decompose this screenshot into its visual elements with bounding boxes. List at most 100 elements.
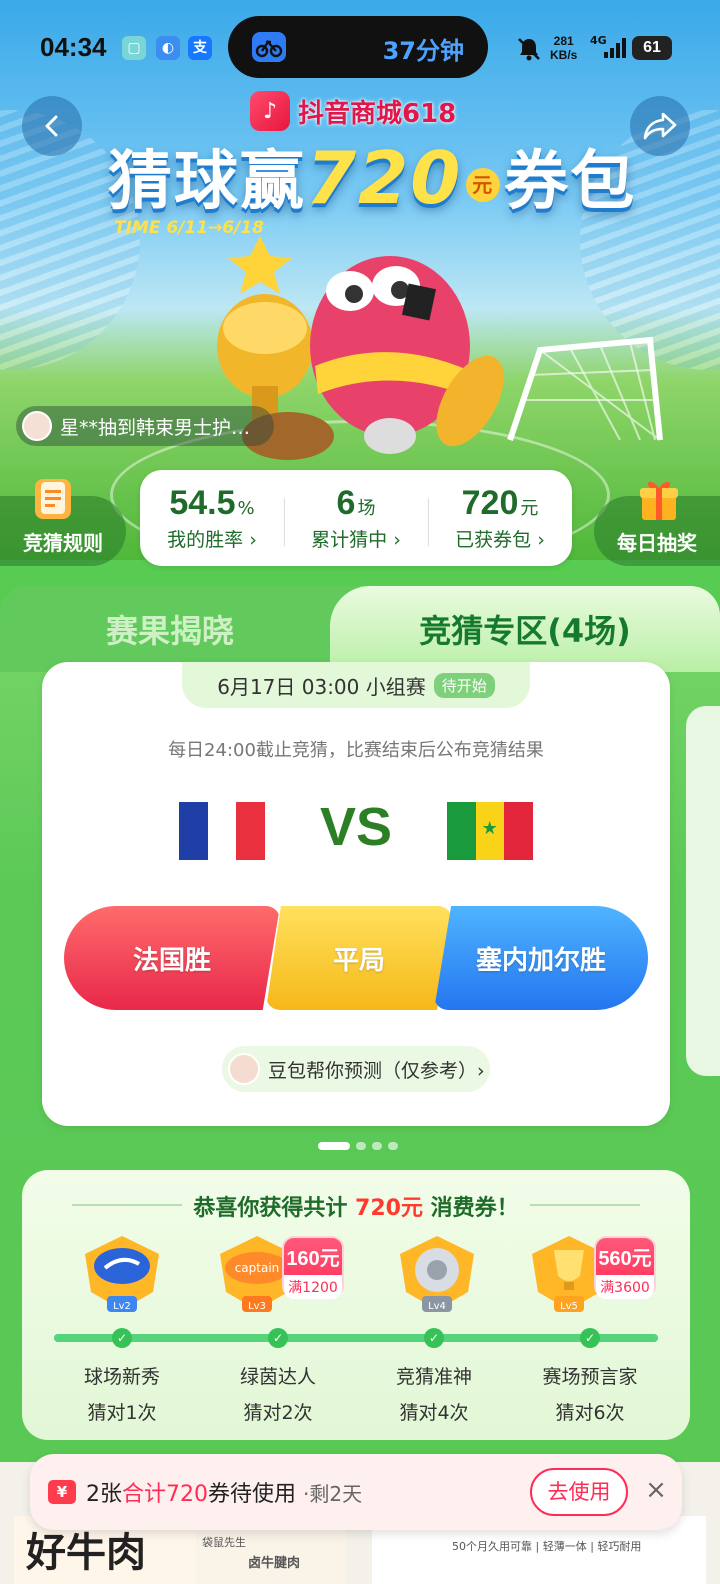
level-name: 球场新秀 bbox=[83, 1366, 160, 1388]
use-coupon-button[interactable]: 去使用 bbox=[530, 1468, 628, 1516]
share-arrow-icon bbox=[643, 112, 677, 140]
level-4-whistle-badge-icon: Lv4 bbox=[400, 1236, 474, 1312]
level-2-badge-icon: Lv2 bbox=[85, 1236, 159, 1312]
pagination-dot-active[interactable] bbox=[318, 1142, 350, 1150]
stat-unit: 元 bbox=[520, 498, 539, 519]
level-name: 竞猜准神 bbox=[395, 1366, 472, 1388]
coupon-amount: 560元 bbox=[598, 1248, 652, 1270]
coupon-tag: 160元 满1200 bbox=[282, 1236, 344, 1299]
campaign-time-range: TIME 6/11→6/18 bbox=[114, 218, 265, 238]
brand-text: 抖音商城618 bbox=[298, 98, 457, 129]
stat-value: 54.5 bbox=[169, 484, 236, 522]
headline-suffix: 券包 bbox=[504, 145, 637, 219]
coupon-reminder-text: 2张合计720券待使用 ·剩2天 bbox=[86, 1476, 362, 1508]
network-speed: 281 KB/s bbox=[550, 34, 577, 70]
pagination-dot[interactable] bbox=[356, 1142, 366, 1150]
back-button[interactable] bbox=[22, 96, 82, 156]
headline-prefix: 猜球赢 bbox=[108, 145, 306, 219]
match-card: 6月17日 03:00 小组赛 待开始 每日24:00截止竞猜，比赛结束后公布竞… bbox=[42, 662, 670, 1126]
douyin-shop-bag-icon: ♪ bbox=[250, 91, 290, 131]
page: 04:34 ▢ ◐ 支 37分钟 281 KB/s 4G 61 ♪ 抖音商城61… bbox=[0, 0, 720, 1584]
vs-label: VS bbox=[320, 797, 393, 857]
badge-level-text: Lv3 bbox=[248, 1301, 266, 1312]
network-type: 4G bbox=[590, 34, 607, 47]
predict-label: 豆包帮你预测（仅参考）› bbox=[268, 1059, 485, 1082]
signal-icon: 4G bbox=[590, 34, 628, 62]
rewards-title-suffix: 消费券！ bbox=[422, 1196, 519, 1221]
winner-ticker: 星**抽到韩束男士护… bbox=[16, 406, 274, 446]
deadline-note: 每日24:00截止竞猜，比赛结束后公布竞猜结果 bbox=[168, 740, 544, 761]
france-flag-icon bbox=[179, 802, 266, 860]
coupon-total: 合计720 bbox=[122, 1482, 208, 1507]
badge-level-text: Lv5 bbox=[560, 1301, 578, 1312]
lottery-label: 每日抽奖 bbox=[617, 531, 697, 555]
battery-indicator: 61 bbox=[632, 36, 672, 60]
dynamic-island[interactable]: 37分钟 bbox=[228, 16, 488, 78]
level-name: 赛场预言家 bbox=[542, 1366, 638, 1388]
bike-icon bbox=[252, 32, 286, 62]
check-icon: ✓ bbox=[580, 1328, 600, 1348]
stat-unit: 场 bbox=[357, 498, 376, 519]
brand-logo-row: ♪ 抖音商城618 bbox=[250, 90, 456, 132]
level-progress-fill bbox=[54, 1334, 658, 1342]
bet-draw-button[interactable]: 平局 bbox=[266, 906, 452, 1010]
stat-value: 720 bbox=[461, 484, 519, 522]
headline-number: 720 bbox=[306, 136, 463, 220]
match-header: 6月17日 03:00 小组赛 待开始 bbox=[182, 662, 530, 708]
campaign-headline: 猜球赢720 元券包 bbox=[108, 130, 636, 222]
senegal-flag-icon: ★ bbox=[447, 802, 534, 860]
stat-label: 累计猜中 › bbox=[311, 529, 401, 551]
mute-bell-icon bbox=[518, 38, 540, 61]
coupon-tag: 560元 满3600 bbox=[594, 1236, 656, 1299]
match-datetime: 6月17日 03:00 小组赛 bbox=[217, 674, 426, 699]
stat-win-rate[interactable]: 54.5% 我的胜率 › bbox=[140, 484, 284, 552]
alipay-icon: 支 bbox=[188, 36, 212, 60]
carousel-pagination bbox=[318, 1142, 398, 1150]
app-notification-icon: ▢ bbox=[122, 36, 146, 60]
shop-product-slogan: 50个月久用可靠 | 轻薄一体 | 轻巧耐用 bbox=[452, 1540, 642, 1553]
coupon-reminder-bar: ¥ 2张合计720券待使用 ·剩2天 去使用 × bbox=[30, 1454, 682, 1530]
status-badge: 待开始 bbox=[433, 672, 495, 698]
stat-label: 我的胜率 › bbox=[167, 529, 257, 551]
bet-senegal-win-button[interactable]: 塞内加尔胜 bbox=[434, 906, 648, 1010]
level-requirement: 猜对6次 bbox=[555, 1402, 625, 1424]
svg-text:captain: captain bbox=[235, 1261, 280, 1275]
check-icon: ✓ bbox=[424, 1328, 444, 1348]
app-notification-icon: ◐ bbox=[156, 36, 180, 60]
coupon-count: 2张 bbox=[86, 1482, 122, 1507]
doubao-avatar bbox=[228, 1053, 260, 1085]
tab-guess-zone[interactable]: 竞猜专区(4场) bbox=[330, 586, 720, 672]
avatar bbox=[22, 411, 52, 441]
rewards-title-prefix: 恭喜你获得共计 bbox=[193, 1196, 356, 1221]
network-speed-unit: KB/s bbox=[550, 48, 578, 62]
level-name: 绿茵达人 bbox=[239, 1366, 316, 1388]
stat-coupons-earned[interactable]: 720 元 已获券包 › bbox=[428, 484, 572, 552]
check-icon: ✓ bbox=[268, 1328, 288, 1348]
close-icon[interactable]: × bbox=[642, 1476, 670, 1504]
tab-results[interactable]: 赛果揭晓 bbox=[0, 586, 360, 672]
pagination-dot[interactable] bbox=[372, 1142, 382, 1150]
stat-unit: % bbox=[237, 498, 255, 519]
status-bar: 04:34 ▢ ◐ 支 37分钟 281 KB/s 4G 61 bbox=[0, 0, 720, 96]
rules-label: 竞猜规则 bbox=[23, 531, 103, 555]
stats-card: 54.5% 我的胜率 › 6场 累计猜中 › 720 元 已获券包 › bbox=[140, 470, 572, 566]
share-button[interactable] bbox=[630, 96, 690, 156]
shop-product-desc: 卤牛腱肉 bbox=[248, 1556, 301, 1571]
coupon-amount: 160元 bbox=[286, 1248, 340, 1270]
ai-predict-button[interactable]: 豆包帮你预测（仅参考）› bbox=[222, 1046, 490, 1092]
pagination-dot[interactable] bbox=[388, 1142, 398, 1150]
gift-box-icon bbox=[640, 481, 678, 520]
stat-correct-guesses[interactable]: 6场 累计猜中 › bbox=[284, 484, 428, 552]
next-match-card-peek[interactable] bbox=[686, 706, 720, 1076]
bet-france-win-button[interactable]: 法国胜 bbox=[64, 906, 280, 1010]
rules-document-icon bbox=[35, 479, 71, 519]
rewards-title-amount: 720元 bbox=[355, 1196, 423, 1221]
soccer-goal-icon bbox=[507, 336, 663, 441]
network-speed-value: 281 bbox=[553, 34, 574, 48]
coupon-condition: 满1200 bbox=[284, 1275, 342, 1299]
stat-label: 已获券包 › bbox=[455, 529, 545, 551]
chevron-left-icon bbox=[45, 115, 58, 137]
coupon-pending: 券待使用 bbox=[208, 1482, 297, 1507]
headline-yuan-badge: 元 bbox=[466, 168, 501, 203]
shop-product-brand: 袋鼠先生 bbox=[202, 1536, 246, 1549]
